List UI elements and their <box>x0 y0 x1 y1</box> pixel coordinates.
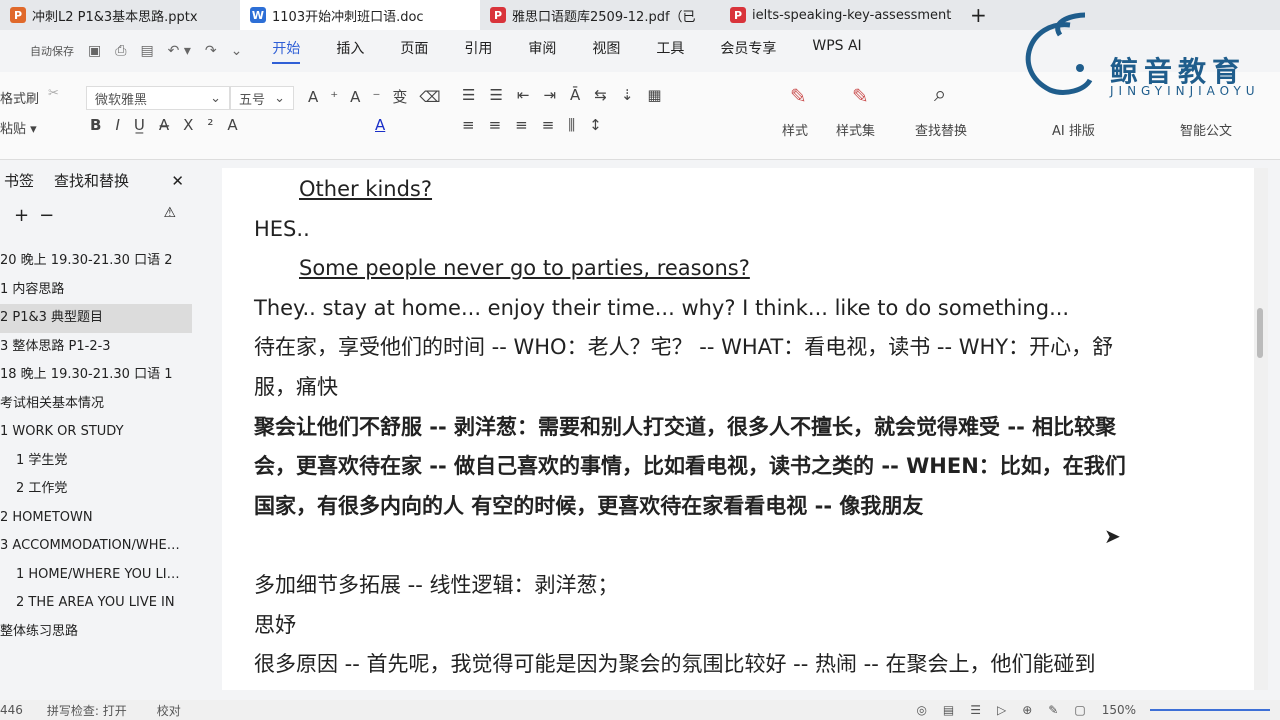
zoom-level[interactable]: 150% <box>1102 703 1136 717</box>
outline-item[interactable]: 2 工作党 <box>0 475 208 504</box>
tab-label: ielts-speaking-key-assessment <box>752 7 952 23</box>
paste-label: 粘贴 <box>0 122 27 137</box>
tab-label: 雅思口语题库2509-12.pdf（已 <box>512 9 696 25</box>
font-tools-icons[interactable]: A⁺A⁻变⌫ <box>308 86 453 107</box>
outline-item[interactable]: 1 学生党 <box>0 447 208 476</box>
size-value: 五号 <box>239 92 266 108</box>
outline-toolbar: + − ⚠ <box>0 201 208 237</box>
doc-line: 很多原因 -- 首先呢，我觉得可能是因为聚会的氛围比较好 -- 热闹 -- 在聚… <box>254 652 1096 677</box>
paste-button[interactable]: 粘贴 ▾ <box>0 118 37 137</box>
menu-item[interactable]: WPS AI <box>812 38 861 64</box>
view-icons[interactable]: ◎▤☰▷⊕✎▢ <box>916 703 1101 717</box>
menu-item[interactable]: 开始 <box>272 38 301 64</box>
smart-doc-button[interactable]: 智能公文 <box>1180 120 1232 139</box>
spell-check[interactable]: 拼写检查: 打开 <box>47 702 127 719</box>
expand-icon[interactable]: + <box>14 205 29 233</box>
format-icons[interactable]: BIU̲A̶X²A <box>90 116 252 134</box>
print-icon[interactable]: ⎙ <box>115 43 126 59</box>
zoom-slider[interactable] <box>1150 709 1270 711</box>
watermark-logo: 鲸音教育 JINGYINJIAOYU <box>1010 10 1280 100</box>
outline-item[interactable]: 1 HOME/WHERE YOU LI… <box>0 561 208 590</box>
file-icon: W <box>250 7 266 23</box>
tab-2[interactable]: P 雅思口语题库2509-12.pdf（已 <box>480 0 720 30</box>
outline-item[interactable]: 18 晚上 19.30-21.30 口语 1 <box>0 361 208 390</box>
doc-line: 多加细节多拓展 -- 线性逻辑：剥洋葱； <box>254 572 619 597</box>
undo-icon[interactable]: ↶ ▾ <box>168 43 191 59</box>
tab-bookmarks[interactable]: 书签 <box>4 170 34 191</box>
doc-line: 服，痛快 <box>254 374 338 399</box>
filter-icon[interactable]: ⚠ <box>163 205 176 233</box>
file-icon: P <box>730 7 746 23</box>
align-icons[interactable]: ≡≡≡≡⫼↕ <box>462 116 616 134</box>
outline-item[interactable]: 2 THE AREA YOU LIVE IN <box>0 589 208 618</box>
doc-line: They.. stay at home... enjoy their time.… <box>254 295 1070 320</box>
ai-layout-button[interactable]: AI 排版 <box>1052 120 1095 139</box>
tab-label: 冲刺L2 P1&3基本思路.pptx <box>32 9 198 25</box>
vertical-scrollbar[interactable] <box>1254 168 1268 690</box>
word-count[interactable]: 446 <box>0 703 23 717</box>
search-icon: ⌕ <box>934 82 947 107</box>
outline-item[interactable]: 3 ACCOMMODATION/WHE… <box>0 532 208 561</box>
doc-line: Some people never go to parties, reasons… <box>299 256 750 281</box>
outline-item[interactable]: 整体练习思路 <box>0 618 208 647</box>
menu-item[interactable]: 审阅 <box>528 38 556 64</box>
cursor-icon: ➤ <box>1104 524 1121 548</box>
menu-item[interactable]: 插入 <box>336 38 364 64</box>
doc-line: 思妤 <box>254 612 296 637</box>
outline-item[interactable]: 考试相关基本情况 <box>0 390 208 419</box>
logo-en: JINGYINJIAOYU <box>1110 84 1260 98</box>
close-icon[interactable]: ✕ <box>171 172 184 190</box>
quick-icons: ▣ ⎙ ▤ ↶ ▾ ↷ ⌄ <box>88 43 242 59</box>
outline-item[interactable]: 1 WORK OR STUDY <box>0 418 208 447</box>
menu-item[interactable]: 会员专享 <box>720 38 776 64</box>
doc-line: Other kinds? <box>299 177 433 201</box>
preview-icon[interactable]: ▤ <box>140 43 153 59</box>
doc-line: HES.. <box>254 216 310 241</box>
cut-icon[interactable]: ✂ <box>48 86 59 101</box>
format-painter-button[interactable]: 格式刷 <box>0 88 39 107</box>
menu-item[interactable]: 引用 <box>464 38 492 64</box>
font-value: 微软雅黑 <box>95 92 148 108</box>
outline-item[interactable]: 1 内容思路 <box>0 276 208 305</box>
doc-line: 会，更喜欢待在家 -- 做自己喜欢的事情，比如看电视，读书之类的 -- WHEN… <box>254 454 1126 479</box>
menu-item[interactable]: 视图 <box>592 38 620 64</box>
find-replace-button[interactable]: 查找替换 <box>915 120 967 139</box>
status-bar: 446 拼写检查: 打开 校对 ◎▤☰▷⊕✎▢ 150% <box>0 700 1280 720</box>
autosave-toggle[interactable]: 自动保存 <box>30 43 74 59</box>
outline-item[interactable]: 20 晚上 19.30-21.30 口语 2 <box>0 247 208 276</box>
collapse-icon[interactable]: − <box>39 205 54 233</box>
save-icon[interactable]: ▣ <box>88 43 101 59</box>
navigation-pane: 书签 查找和替换 ✕ + − ⚠ 20 晚上 19.30-21.30 口语 21 内容思… <box>0 160 208 700</box>
more-icon[interactable]: ⌄ <box>231 43 243 59</box>
paragraph-icons[interactable]: ☰☰⇤⇥Ā⇆⇣▦ <box>462 86 676 104</box>
style-set-icon: ✎ <box>852 84 869 108</box>
size-select[interactable]: 五号 ⌄ <box>230 86 294 110</box>
document-page[interactable]: Other kinds? HES.. Some people never go to… <box>222 168 1254 690</box>
main-menu: 开始 插入 页面 引用 审阅 视图 工具 会员专享 WPS AI <box>272 38 862 64</box>
menu-item[interactable]: 页面 <box>400 38 428 64</box>
file-icon: P <box>490 7 506 23</box>
file-icon: P <box>10 7 26 23</box>
font-color-icon[interactable]: A <box>375 116 385 134</box>
proof-button[interactable]: 校对 <box>157 702 181 719</box>
tab-1[interactable]: W 1103开始冲刺班口语.doc <box>240 0 480 30</box>
doc-line: 待在家，享受他们的时间 -- WHO：老人？宅？ -- WHAT：看电视，读书 … <box>254 335 1114 360</box>
doc-line: 国家，有很多内向的人 有空的时候，更喜欢待在家看看电视 -- 像我朋友 <box>254 493 924 518</box>
styles-button[interactable]: 样式 <box>782 120 808 139</box>
styles-icon: ✎ <box>790 84 807 108</box>
tab-3[interactable]: Pielts-speaking-key-assessment <box>720 0 960 30</box>
doc-line: 聚会让他们不舒服 -- 剥洋葱：需要和别人打交道，很多人不擅长，就会觉得难受 -… <box>254 414 1117 439</box>
style-set-button[interactable]: 样式集 <box>836 120 875 139</box>
font-select[interactable]: 微软雅黑 ⌄ <box>86 86 230 110</box>
scroll-thumb[interactable] <box>1257 308 1263 358</box>
redo-icon[interactable]: ↷ <box>205 43 217 59</box>
outline-item[interactable]: 2 HOMETOWN <box>0 504 208 533</box>
outline-item[interactable]: 3 整体思路 P1-2-3 <box>0 333 208 362</box>
new-tab-icon[interactable]: + <box>970 3 987 27</box>
tab-label: 1103开始冲刺班口语.doc <box>272 9 424 25</box>
tab-0[interactable]: P 冲刺L2 P1&3基本思路.pptx <box>0 0 240 30</box>
tab-find-replace[interactable]: 查找和替换 <box>54 170 129 191</box>
menu-item[interactable]: 工具 <box>656 38 684 64</box>
outline-item[interactable]: 2 P1&3 典型题目 <box>0 304 192 333</box>
